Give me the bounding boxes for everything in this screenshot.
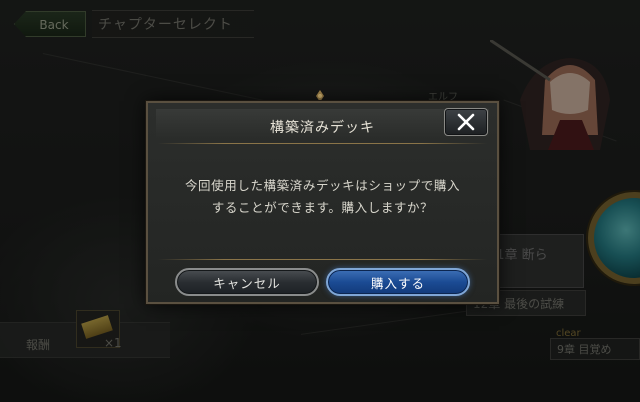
purchase-dialog: 構築済みデッキ 今回使用した構築済みデッキはショップで購入 することができます。…: [146, 101, 499, 304]
divider: [158, 259, 487, 260]
dialog-title: 構築済みデッキ: [270, 120, 375, 136]
purchase-button[interactable]: 購入する: [326, 268, 470, 296]
close-icon: [457, 113, 475, 131]
dialog-header: 構築済みデッキ: [156, 109, 489, 139]
divider: [158, 143, 487, 144]
dialog-message: 今回使用した構築済みデッキはショップで購入 することができます。購入しますか？: [158, 175, 487, 219]
cancel-button[interactable]: キャンセル: [175, 268, 319, 296]
close-button[interactable]: [444, 108, 488, 136]
message-line-1: 今回使用した構築済みデッキはショップで購入: [184, 178, 461, 193]
message-line-2: することができます。購入しますか？: [211, 200, 434, 215]
